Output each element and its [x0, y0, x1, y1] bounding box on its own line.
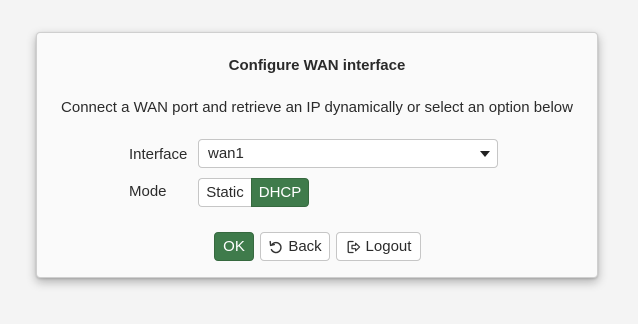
mode-static-button[interactable]: Static	[198, 178, 251, 207]
mode-dhcp-button[interactable]: DHCP	[251, 178, 309, 207]
ok-button-label: OK	[223, 238, 245, 255]
logout-button[interactable]: Logout	[336, 232, 421, 261]
back-button[interactable]: Back	[260, 232, 330, 261]
sign-out-icon	[346, 239, 362, 255]
interface-select-value: wan1	[208, 145, 244, 162]
mode-toggle-group: Static DHCP	[198, 178, 309, 207]
caret-down-icon	[480, 151, 490, 157]
interface-label: Interface	[129, 146, 188, 163]
mode-label: Mode	[129, 183, 167, 200]
dialog-title: Configure WAN interface	[228, 57, 406, 74]
undo-arrow-icon	[268, 239, 284, 255]
logout-button-label: Logout	[365, 238, 412, 255]
ok-button[interactable]: OK	[214, 232, 254, 261]
dialog-description: Connect a WAN port and retrieve an IP dy…	[61, 99, 573, 116]
configure-wan-dialog: Configure WAN interface Connect a WAN po…	[36, 32, 598, 278]
back-button-label: Back	[288, 238, 322, 255]
interface-select[interactable]: wan1	[198, 139, 498, 168]
